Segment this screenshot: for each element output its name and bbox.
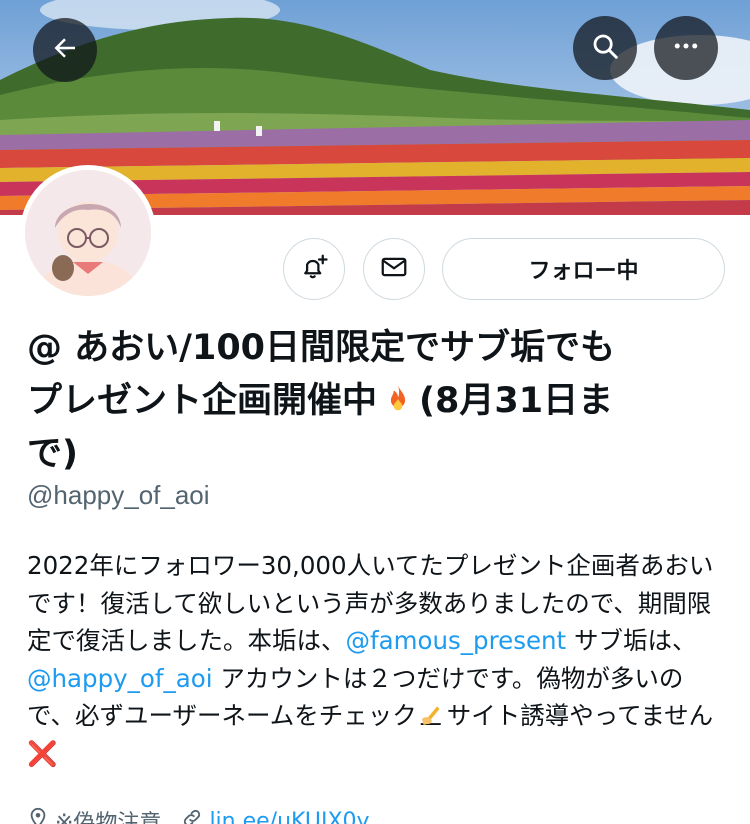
notification-button[interactable]	[283, 238, 345, 300]
display-name-line: プレゼント企画開催中 (8月31日ま	[27, 375, 727, 428]
website-link[interactable]: lin.ee/uKUIX0y	[209, 809, 369, 824]
profile-meta: ※偽物注意 lin.ee/uKUIX0y	[27, 806, 370, 824]
mention-link[interactable]: @famous_present	[346, 626, 567, 655]
bio: 2022年にフォロワー30,000人いてたプレゼント企画者あおいです！復活して欲…	[27, 547, 727, 772]
location-icon	[27, 807, 49, 824]
more-button[interactable]	[654, 16, 718, 80]
link-icon	[181, 807, 203, 824]
bio-text: サイト誘導やってません	[446, 701, 714, 730]
location-text: ※偽物注意	[55, 811, 162, 824]
bell-plus-icon	[299, 252, 329, 286]
back-button[interactable]	[33, 18, 97, 82]
following-button[interactable]: フォロー中	[442, 238, 725, 300]
cross-mark-icon: ❌	[27, 738, 58, 768]
fire-icon	[381, 379, 415, 413]
arrow-left-icon	[50, 33, 80, 67]
writing-hand-icon	[417, 699, 447, 729]
display-name-line: で)	[27, 434, 78, 474]
envelope-icon	[379, 252, 409, 286]
avatar[interactable]	[20, 165, 156, 301]
message-button[interactable]	[363, 238, 425, 300]
username: @happy_of_aoi	[27, 480, 210, 510]
mention-link[interactable]: @happy_of_aoi	[27, 664, 213, 693]
search-button[interactable]	[573, 16, 637, 80]
display-name-line: @ あおい/100日間限定でサブ垢でも	[27, 328, 616, 368]
search-icon	[590, 31, 620, 65]
bio-text: サブ垢は、	[566, 626, 697, 655]
avatar-image	[25, 170, 151, 296]
display-name-text: プレゼント企画開催中	[27, 381, 378, 421]
display-name: @ あおい/100日間限定でサブ垢でも プレゼント企画開催中 (8月31日ま で)	[27, 322, 727, 481]
more-horizontal-icon	[671, 31, 701, 65]
display-name-text: (8月31日ま	[419, 381, 614, 421]
